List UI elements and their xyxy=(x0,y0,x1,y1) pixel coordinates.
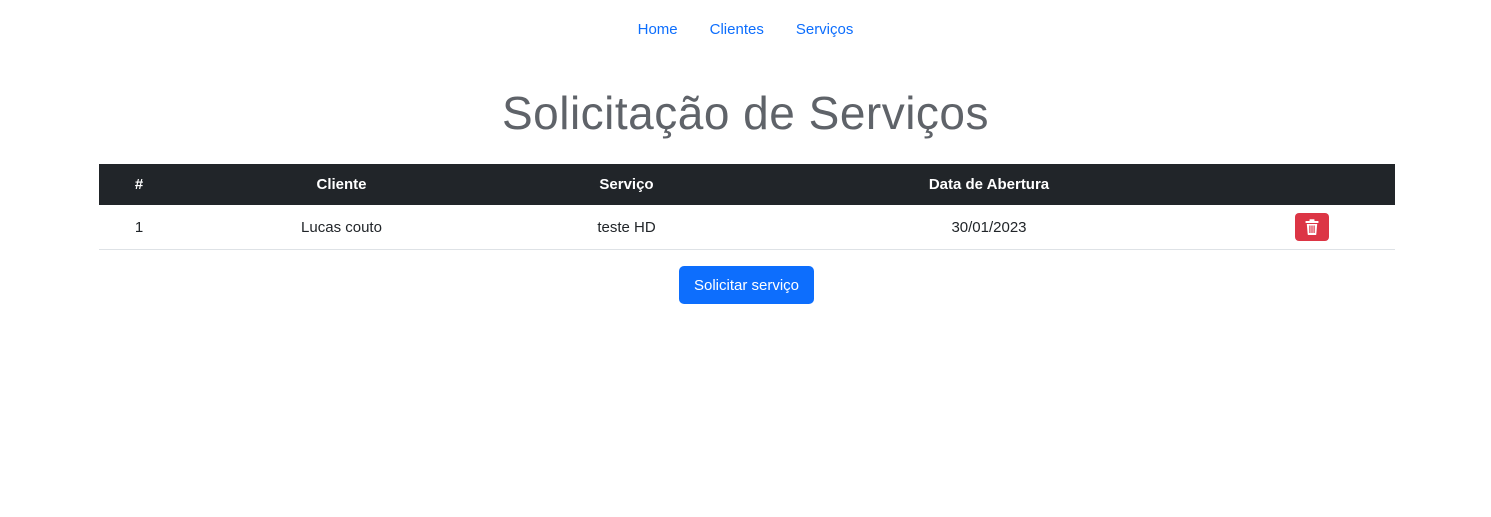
cell-id: 1 xyxy=(99,205,179,250)
delete-button[interactable] xyxy=(1295,213,1329,241)
header-data-abertura: Data de Abertura xyxy=(928,176,1050,193)
table-body: 1 Lucas couto teste HD 30/01/2023 xyxy=(99,205,1395,250)
cell-servico: teste HD xyxy=(504,205,749,250)
trash-icon xyxy=(1305,219,1319,235)
nav-link-home[interactable]: Home xyxy=(638,18,678,42)
cell-cliente: Lucas couto xyxy=(179,205,504,250)
nav-link-clientes[interactable]: Clientes xyxy=(710,18,764,42)
top-nav: Home Clientes Serviços xyxy=(0,18,1491,42)
table-header-row: # Cliente Serviço Data de Abertura xyxy=(99,164,1395,205)
page-title: Solicitação de Serviços xyxy=(501,87,990,139)
request-service-button[interactable]: Solicitar serviço xyxy=(679,266,814,304)
nav-link-servicos[interactable]: Serviços xyxy=(796,18,854,42)
table-header: # Cliente Serviço Data de Abertura xyxy=(99,164,1395,205)
table-row: 1 Lucas couto teste HD 30/01/2023 xyxy=(99,205,1395,250)
header-cliente: Cliente xyxy=(316,176,367,193)
cell-actions xyxy=(1229,205,1395,250)
header-actions xyxy=(1229,164,1395,205)
service-requests-table: # Cliente Serviço Data de Abertura 1 Luc… xyxy=(99,164,1395,250)
cell-data-abertura: 30/01/2023 xyxy=(749,205,1229,250)
header-servico: Serviço xyxy=(599,176,654,193)
header-number: # xyxy=(134,176,144,193)
